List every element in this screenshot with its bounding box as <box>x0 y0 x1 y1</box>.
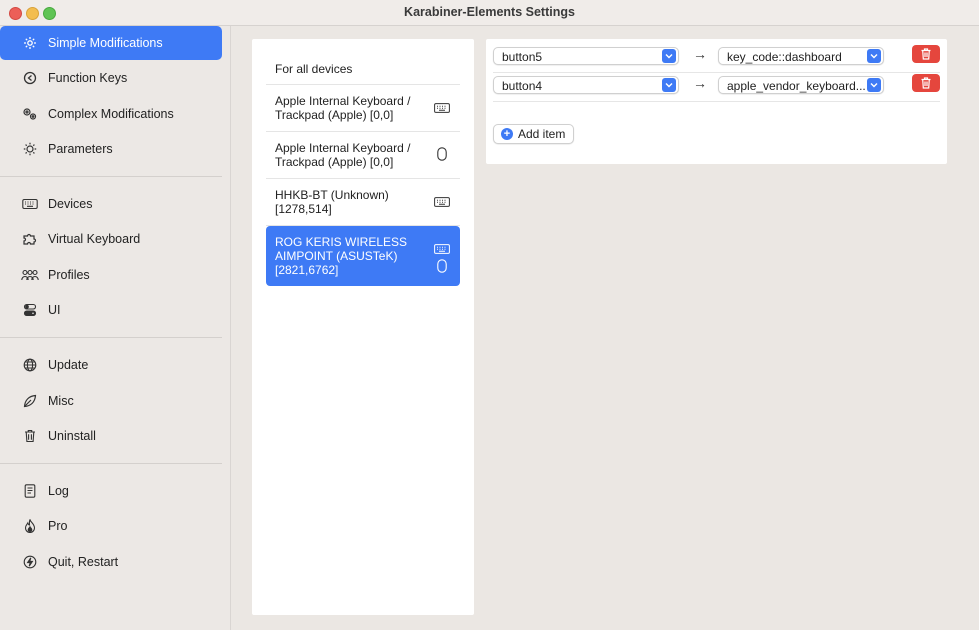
sidebar-item-label: Log <box>48 484 69 498</box>
to-key-select[interactable]: key_code::dashboard <box>718 47 884 65</box>
gears-icon <box>21 105 39 123</box>
trash-icon <box>921 48 931 60</box>
keyboard-icon <box>434 196 450 210</box>
sidebar-item-label: Profiles <box>48 268 90 282</box>
people-icon <box>21 266 39 284</box>
trash-icon <box>921 77 931 89</box>
modifications-panel: button5 → key_code::dashboard button4 → … <box>486 39 947 164</box>
add-item-label: Add item <box>518 127 566 141</box>
sun-icon <box>21 140 39 158</box>
globe-icon <box>21 356 39 374</box>
sidebar-item-label: Uninstall <box>48 429 96 443</box>
mouse-icon <box>437 147 447 164</box>
sidebar-item-update[interactable]: Update <box>0 348 222 382</box>
sidebar-divider <box>0 176 222 177</box>
sidebar-item-virtual-keyboard[interactable]: Virtual Keyboard <box>0 222 222 256</box>
sidebar-item-simple-modifications[interactable]: Simple Modifications <box>0 26 222 60</box>
delete-button[interactable] <box>912 74 940 92</box>
sidebar-item-label: UI <box>48 303 61 317</box>
to-key-value: key_code::dashboard <box>727 50 842 64</box>
device-label: For all devices <box>275 62 353 76</box>
sidebar: Simple Modifications Function Keys Compl… <box>0 26 231 630</box>
device-label: ROG KERIS WIRELESS AIMPOINT (ASUSTeK) [2… <box>275 235 408 277</box>
sidebar-item-label: Function Keys <box>48 71 128 85</box>
sidebar-item-label: Misc <box>48 394 74 408</box>
modification-row: button4 → apple_vendor_keyboard... <box>493 73 940 102</box>
arrow-right-icon: → <box>693 46 707 62</box>
puzzle-icon <box>21 230 39 248</box>
leaf-icon <box>21 392 39 410</box>
title-bar: Karabiner-Elements Settings <box>0 0 979 26</box>
keyboard-icon <box>434 102 450 116</box>
sidebar-item-ui[interactable]: UI <box>0 293 222 327</box>
sidebar-item-complex-modifications[interactable]: Complex Modifications <box>0 97 222 131</box>
from-key-select[interactable]: button4 <box>493 76 679 94</box>
device-list: For all devices Apple Internal Keyboard … <box>252 39 474 615</box>
from-key-value: button5 <box>502 50 543 64</box>
sidebar-item-label: Virtual Keyboard <box>48 232 141 246</box>
chevron-down-icon <box>662 49 676 63</box>
sidebar-divider <box>0 337 222 338</box>
settings-window: Karabiner-Elements Settings Simple Modif… <box>0 0 979 630</box>
function-keys-icon <box>21 69 39 87</box>
chevron-down-icon <box>867 49 881 63</box>
sidebar-item-label: Complex Modifications <box>48 107 174 121</box>
device-label: HHKB-BT (Unknown) [1278,514] <box>275 188 389 216</box>
flame-icon <box>21 517 39 535</box>
device-item-all[interactable]: For all devices <box>266 49 460 85</box>
keyboard-icon <box>21 195 39 213</box>
modification-row: button5 → key_code::dashboard <box>493 44 940 73</box>
mouse-icon <box>437 259 447 276</box>
sidebar-item-function-keys[interactable]: Function Keys <box>0 61 222 95</box>
device-label: Apple Internal Keyboard / Trackpad (Appl… <box>275 94 411 122</box>
sidebar-item-devices[interactable]: Devices <box>0 187 222 221</box>
sidebar-divider <box>0 463 222 464</box>
chevron-down-icon <box>662 78 676 92</box>
sidebar-item-label: Simple Modifications <box>48 36 163 50</box>
from-key-select[interactable]: button5 <box>493 47 679 65</box>
device-label: Apple Internal Keyboard / Trackpad (Appl… <box>275 141 411 169</box>
document-icon <box>21 482 39 500</box>
arrow-right-icon: → <box>693 75 707 91</box>
to-key-select[interactable]: apple_vendor_keyboard... <box>718 76 884 94</box>
bolt-icon <box>21 553 39 571</box>
window-title: Karabiner-Elements Settings <box>404 5 575 19</box>
toggles-icon <box>21 301 39 319</box>
device-item-apple-internal-keyboard[interactable]: Apple Internal Keyboard / Trackpad (Appl… <box>266 85 460 132</box>
device-item-rog-keris-wireless[interactable]: ROG KERIS WIRELESS AIMPOINT (ASUSTeK) [2… <box>266 226 460 286</box>
plus-icon: + <box>501 128 513 140</box>
sidebar-item-label: Devices <box>48 197 93 211</box>
chevron-down-icon <box>867 78 881 92</box>
sidebar-item-log[interactable]: Log <box>0 474 222 508</box>
sidebar-item-uninstall[interactable]: Uninstall <box>0 419 222 453</box>
sidebar-item-profiles[interactable]: Profiles <box>0 258 222 292</box>
to-key-value: apple_vendor_keyboard... <box>727 79 866 93</box>
trash-icon <box>21 427 39 445</box>
gear-icon <box>21 34 39 52</box>
sidebar-item-label: Quit, Restart <box>48 555 119 569</box>
from-key-value: button4 <box>502 79 543 93</box>
sidebar-item-label: Parameters <box>48 142 113 156</box>
sidebar-item-misc[interactable]: Misc <box>0 384 222 418</box>
add-item-button[interactable]: + Add item <box>493 124 575 144</box>
sidebar-item-label: Pro <box>48 519 68 533</box>
device-item-hhkb-bt[interactable]: HHKB-BT (Unknown) [1278,514] <box>266 179 460 226</box>
sidebar-item-label: Update <box>48 358 89 372</box>
sidebar-item-parameters[interactable]: Parameters <box>0 132 222 166</box>
device-item-apple-internal-trackpad[interactable]: Apple Internal Keyboard / Trackpad (Appl… <box>266 132 460 179</box>
delete-button[interactable] <box>912 45 940 63</box>
sidebar-item-quit-restart[interactable]: Quit, Restart <box>0 545 222 579</box>
keyboard-icon <box>434 243 450 257</box>
sidebar-item-pro[interactable]: Pro <box>0 509 222 543</box>
